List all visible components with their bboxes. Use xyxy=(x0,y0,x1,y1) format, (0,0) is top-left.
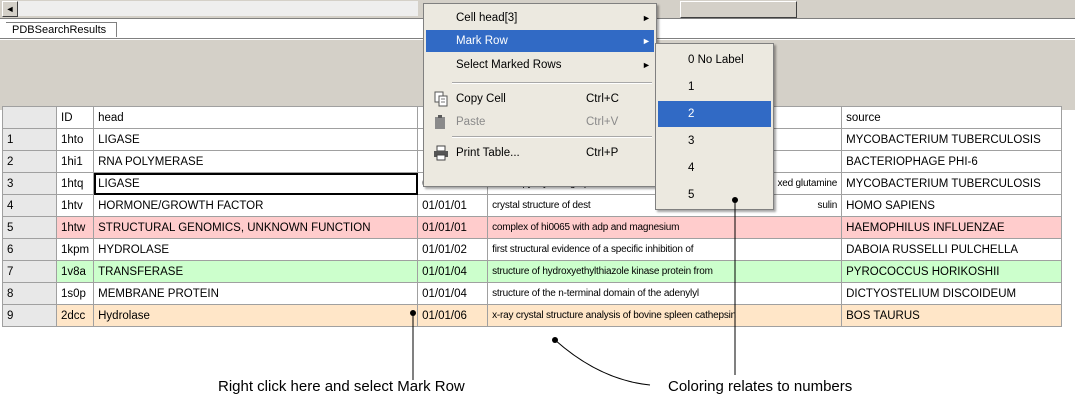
annotation-dot-middle xyxy=(552,337,558,343)
annotation-lines xyxy=(410,197,738,386)
annotation-dot-left xyxy=(410,310,416,316)
annotation-dot-right xyxy=(732,197,738,203)
annotation-coloring: Coloring relates to numbers xyxy=(668,378,853,395)
annotation-mark-row: Right click here and select Mark Row xyxy=(218,378,465,395)
annotation-line-right-curve xyxy=(554,339,651,386)
